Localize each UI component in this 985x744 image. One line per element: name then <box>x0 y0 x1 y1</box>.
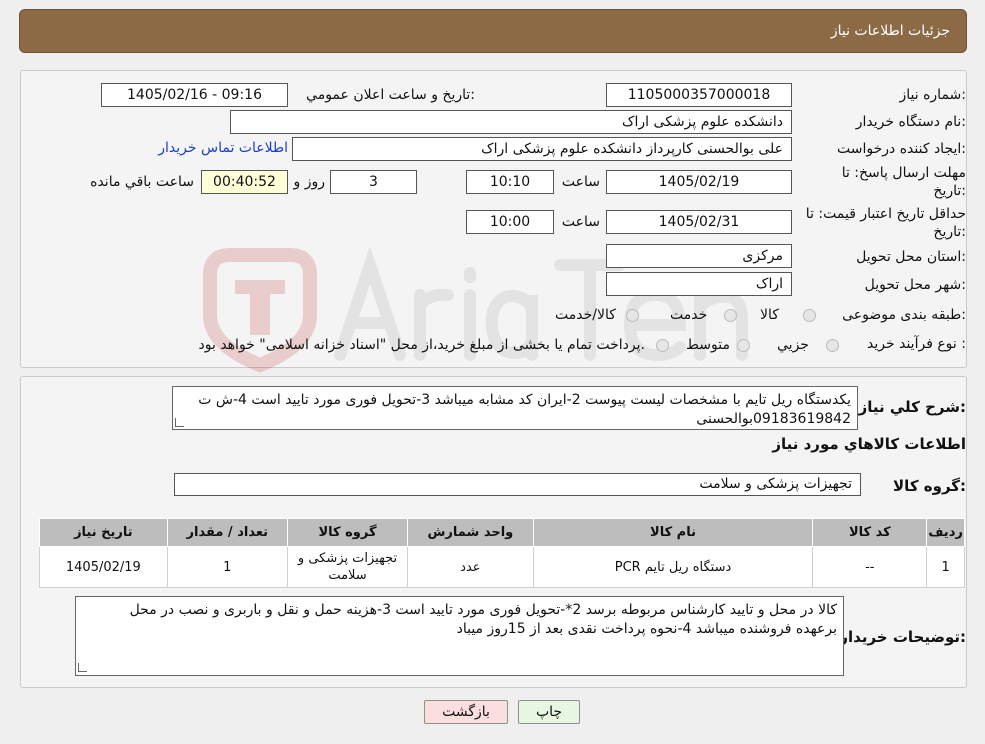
cell-goods-name: دستگاه ریل تایم PCR <box>532 546 814 588</box>
category-goods-service-radio[interactable] <box>626 309 639 322</box>
cell-goods-code: -- <box>812 546 928 588</box>
treasury-checkbox[interactable] <box>656 339 669 352</box>
col-header-goods-group: گروه کالا <box>286 518 409 547</box>
back-button[interactable]: بازگشت <box>424 700 508 724</box>
province-label: استان محل تحویل: <box>856 249 966 265</box>
requester-label: ایجاد کننده درخواست: <box>837 141 966 157</box>
goods-table: ردیف کد کالا نام کالا واحد شمارش گروه کا… <box>39 518 965 588</box>
goods-table-header-row: ردیف کد کالا نام کالا واحد شمارش گروه کا… <box>39 518 965 547</box>
buyer-contact-link[interactable]: اطلاعات تماس خریدار <box>158 140 288 156</box>
city-label: شهر محل تحویل: <box>864 277 966 293</box>
remaining-time-field: 00:40:52 <box>201 170 288 194</box>
city-field: اراک <box>606 272 792 296</box>
col-header-goods-code: کد کالا <box>812 518 928 547</box>
price-validity-label: حداقل تاریخ اعتبار قیمت: تا <box>805 206 966 222</box>
purchase-process-label: نوع فرآیند خرید : <box>867 336 966 352</box>
province-field: مرکزی <box>606 244 792 268</box>
process-medium-label: متوسط <box>686 337 730 353</box>
buyer-org-field: دانشکده علوم پزشکی اراک <box>230 110 792 134</box>
col-header-row-number: ردیف <box>926 518 965 547</box>
price-validity-time-field: 10:00 <box>466 210 554 234</box>
reply-deadline-label-date: تاریخ: <box>933 183 966 199</box>
summary-text: یکدستگاه ریل تایم با مشخصات لیست پیوست 2… <box>198 392 851 427</box>
category-service-label: خدمت <box>670 307 708 323</box>
summary-textarea[interactable]: یکدستگاه ریل تایم با مشخصات لیست پیوست 2… <box>172 386 858 430</box>
category-goods-radio[interactable] <box>803 309 816 322</box>
col-header-unit: واحد شمارش <box>407 518 534 547</box>
buyer-notes-text: کالا در محل و تایید کارشناس مربوطه برسد … <box>129 602 837 637</box>
category-service-radio[interactable] <box>724 309 737 322</box>
col-header-need-date: تاریخ نیاز <box>39 518 168 547</box>
category-label: طبقه بندی موضوعی: <box>842 307 966 323</box>
reply-days-field: 3 <box>330 170 417 194</box>
reply-deadline-label: مهلت ارسال پاسخ: تا <box>841 165 966 181</box>
announce-datetime-label: تاریخ و ساعت اعلان عمومي: <box>306 87 475 103</box>
goods-info-title: اطلاعات کالاهاي مورد نیاز <box>772 435 966 453</box>
reply-deadline-time-field: 10:10 <box>466 170 554 194</box>
summary-resize-handle[interactable] <box>175 418 184 427</box>
print-button[interactable]: چاپ <box>518 700 580 724</box>
treasury-note: پرداخت تمام یا بخشی از مبلغ خرید،از محل … <box>198 337 645 353</box>
need-number-field: 1105000357000018 <box>606 83 792 107</box>
goods-table-container: ردیف کد کالا نام کالا واحد شمارش گروه کا… <box>39 518 965 588</box>
process-medium-radio[interactable] <box>737 339 750 352</box>
page-header: جزئیات اطلاعات نیاز <box>19 9 967 53</box>
announce-datetime-field: 1405/02/16 - 09:16 <box>101 83 288 107</box>
goods-group-field: تجهیزات پزشکی و سلامت <box>174 473 861 496</box>
cell-quantity: 1 <box>166 546 288 588</box>
col-header-quantity: تعداد / مقدار <box>166 518 288 547</box>
need-number-label: شماره نیاز: <box>899 87 966 103</box>
cell-goods-group: تجهیزات پزشکی و سلامت <box>286 546 409 588</box>
category-goods-label: کالا <box>760 307 779 323</box>
page-title: جزئیات اطلاعات نیاز <box>830 23 950 39</box>
buyer-notes-resize-handle[interactable] <box>78 663 87 672</box>
reply-deadline-time-label: ساعت <box>561 174 600 190</box>
buyer-org-label: نام دستگاه خریدار: <box>855 114 966 130</box>
remaining-time-label: ساعت باقي مانده <box>90 174 194 190</box>
cell-need-date: 1405/02/19 <box>39 546 168 588</box>
reply-days-label: روز و <box>293 174 326 190</box>
cell-unit: عدد <box>407 546 534 588</box>
summary-label: شرح کلي نیاز: <box>858 398 966 416</box>
buyer-notes-label: توضیحات خریدار: <box>839 628 966 646</box>
goods-group-label: گروه کالا: <box>893 477 966 495</box>
cell-row-number: 1 <box>926 546 965 588</box>
process-minor-radio[interactable] <box>826 339 839 352</box>
process-minor-label: جزیي <box>777 337 809 353</box>
price-validity-time-label: ساعت <box>561 214 600 230</box>
price-validity-date-field: 1405/02/31 <box>606 210 792 234</box>
requester-field: علی بوالحسنی کارپرداز دانشکده علوم پزشکی… <box>292 137 792 161</box>
price-validity-label-date: تاریخ: <box>933 224 966 240</box>
buyer-notes-textarea[interactable]: کالا در محل و تایید کارشناس مربوطه برسد … <box>75 596 844 676</box>
category-goods-service-label: کالا/خدمت <box>555 307 616 323</box>
col-header-goods-name: نام کالا <box>532 518 814 547</box>
table-row: 1 -- دستگاه ریل تایم PCR عدد تجهیزات پزش… <box>39 546 965 588</box>
reply-deadline-date-field: 1405/02/19 <box>606 170 792 194</box>
